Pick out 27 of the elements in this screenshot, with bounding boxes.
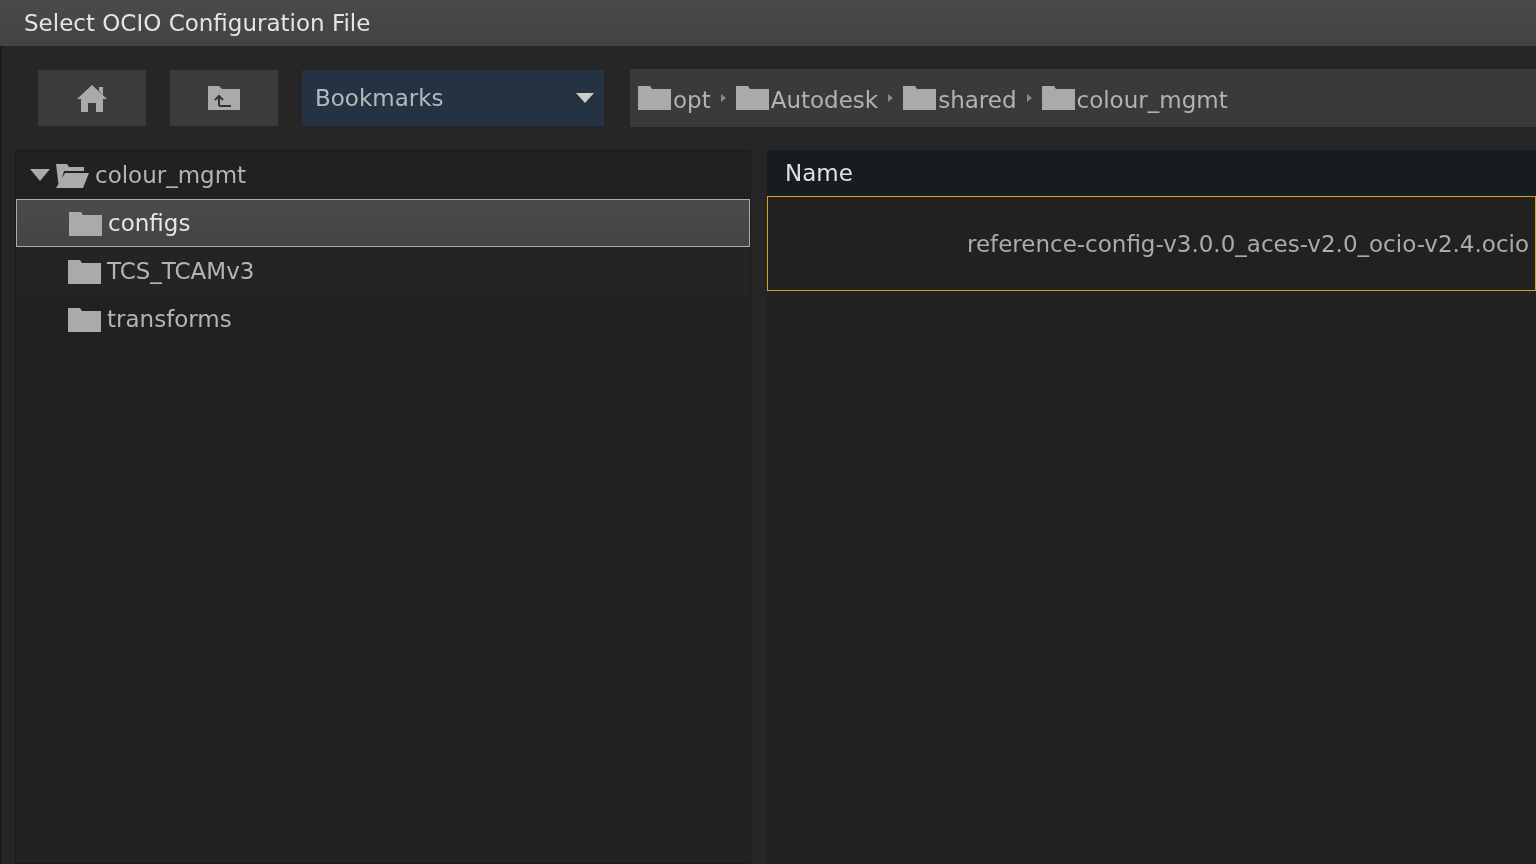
breadcrumb-item[interactable]: opt <box>638 87 711 113</box>
breadcrumb-item[interactable]: colour_mgmt <box>1041 87 1228 113</box>
folder-icon <box>68 258 101 284</box>
file-row[interactable]: reference-config-v3.0.0_aces-v2.0_ocio-v2.4.ocio <box>767 196 1536 291</box>
tree-item[interactable]: configs <box>16 199 750 247</box>
breadcrumb-item[interactable]: shared <box>903 87 1017 113</box>
chevron-icon <box>1026 94 1032 102</box>
tree-item[interactable]: transforms <box>16 295 750 343</box>
chevron-icon <box>888 94 894 102</box>
folder-up-icon <box>207 85 241 111</box>
tree-item[interactable]: colour_mgmt <box>16 151 750 199</box>
folder-icon <box>68 306 101 332</box>
window-title: Select OCIO Configuration File <box>24 10 371 36</box>
folder-icon <box>735 84 769 110</box>
open-folder-icon <box>56 162 89 188</box>
home-button[interactable] <box>38 70 146 126</box>
folder-icon <box>903 84 937 110</box>
home-icon <box>76 83 108 113</box>
parent-folder-button[interactable] <box>170 70 278 126</box>
folder-icon <box>69 210 102 236</box>
caret-icon <box>576 93 594 103</box>
bookmarks-dropdown[interactable]: Bookmarks <box>302 70 604 126</box>
breadcrumb-item[interactable]: Autodesk <box>735 87 879 113</box>
folder-icon <box>1041 84 1075 110</box>
chevron-icon <box>720 94 726 102</box>
column-header[interactable]: Name <box>785 160 853 186</box>
folder-icon <box>638 84 671 110</box>
